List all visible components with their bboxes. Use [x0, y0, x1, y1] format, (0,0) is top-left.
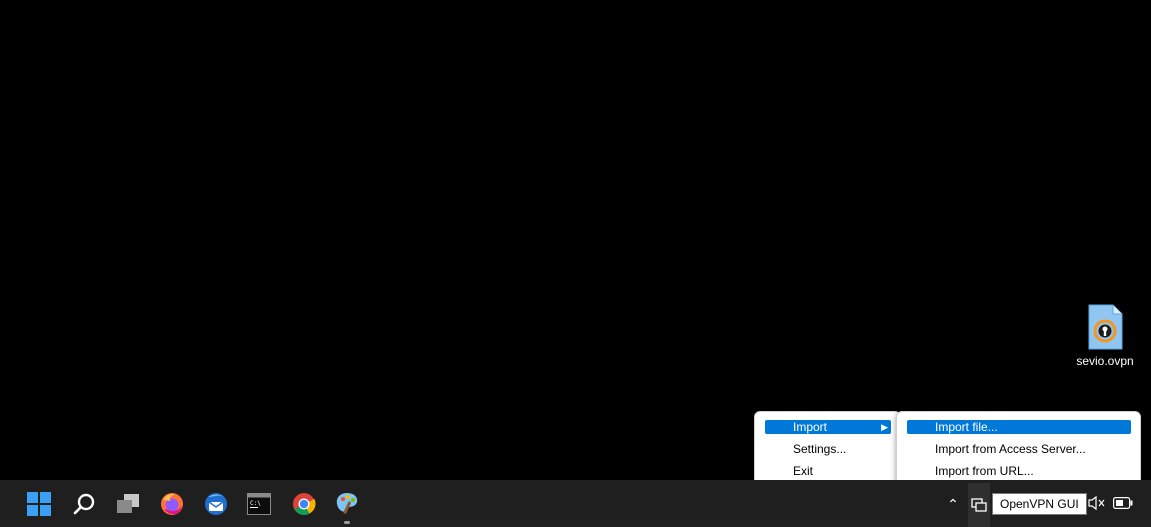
- battery-icon: [1113, 497, 1133, 509]
- thunderbird-icon: [205, 493, 227, 515]
- tray-context-menu: Import ▶ Settings... Exit: [754, 411, 901, 486]
- network-icon: [971, 498, 987, 512]
- import-submenu: Import file... Import from Access Server…: [896, 411, 1141, 486]
- desktop: sevio.ovpn: [0, 0, 1151, 480]
- taskbar-app-paint[interactable]: [331, 488, 363, 524]
- menu-item-label: Import from URL...: [935, 464, 1034, 478]
- task-view-button[interactable]: [112, 488, 144, 520]
- openvpn-tooltip: OpenVPN GUI: [992, 493, 1087, 515]
- menu-item-label: Import from Access Server...: [935, 442, 1086, 456]
- menu-item-settings[interactable]: Settings...: [765, 442, 891, 456]
- menu-item-label: Import file...: [935, 420, 998, 434]
- desktop-file-sevio-ovpn[interactable]: sevio.ovpn: [1068, 304, 1142, 368]
- volume-button[interactable]: [1087, 493, 1107, 513]
- menu-item-label: Exit: [793, 464, 814, 478]
- tray-openvpn-button[interactable]: [968, 483, 990, 527]
- menu-item-import[interactable]: Import ▶: [765, 420, 891, 434]
- taskbar-app-thunderbird[interactable]: [200, 488, 232, 520]
- submenu-item-import-url[interactable]: Import from URL...: [907, 464, 1131, 478]
- volume-muted-icon: [1088, 495, 1105, 511]
- submenu-item-import-access-server[interactable]: Import from Access Server...: [907, 442, 1131, 456]
- desktop-icon-label: sevio.ovpn: [1076, 354, 1134, 368]
- svg-text:C:\: C:\: [250, 500, 261, 507]
- battery-button[interactable]: [1112, 493, 1134, 513]
- running-indicator: [344, 521, 350, 524]
- menu-item-label: Import: [793, 420, 828, 434]
- windows-start-icon: [27, 492, 51, 516]
- terminal-icon: C:\: [247, 493, 271, 515]
- submenu-arrow-icon: ▶: [881, 422, 888, 432]
- openvpn-config-file-icon: [1087, 304, 1123, 350]
- menu-item-exit[interactable]: Exit: [765, 464, 891, 478]
- firefox-icon: [161, 493, 183, 515]
- search-icon: [73, 493, 95, 515]
- taskbar-app-terminal[interactable]: C:\: [243, 488, 275, 520]
- taskbar-app-chrome[interactable]: [288, 488, 320, 520]
- chevron-up-icon[interactable]: ⌃: [943, 494, 963, 514]
- chrome-icon: [293, 493, 316, 515]
- start-button[interactable]: [23, 488, 55, 520]
- menu-item-label: Settings...: [793, 442, 847, 456]
- search-button[interactable]: [68, 488, 100, 520]
- taskbar-app-firefox[interactable]: [156, 488, 188, 520]
- paint-icon: [336, 493, 358, 514]
- task-view-icon: [117, 494, 139, 513]
- submenu-item-import-file[interactable]: Import file...: [907, 420, 1131, 434]
